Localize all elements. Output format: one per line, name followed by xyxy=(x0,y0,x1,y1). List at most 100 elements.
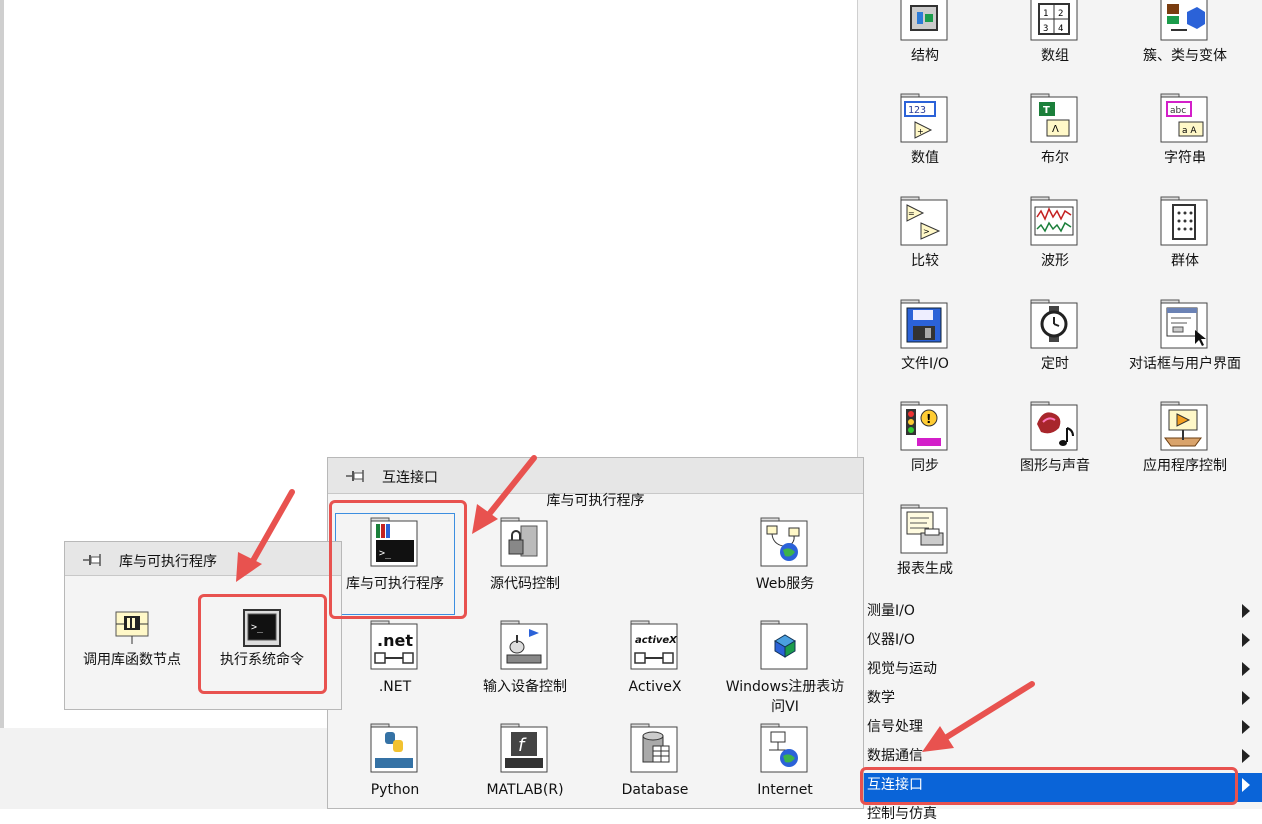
pin-icon[interactable] xyxy=(81,551,103,573)
palette-item-label: 应用程序控制 xyxy=(1143,458,1227,474)
palette-item-call-library-function[interactable]: 调用库函数节点 xyxy=(67,608,197,670)
palette-item-label: MATLAB(R) xyxy=(486,782,564,798)
palette-item-input-device[interactable]: 输入设备控制 xyxy=(460,619,590,697)
annotation-box-system-exec xyxy=(198,594,327,694)
comparison-icon: = > xyxy=(899,195,951,247)
palette-item-label: 布尔 xyxy=(1041,150,1069,166)
palette-item-boolean[interactable]: T Λ 布尔 xyxy=(990,92,1120,168)
menu-item-label: 数学 xyxy=(867,690,895,706)
annotation-box-libraries-executables xyxy=(329,500,467,619)
boolean-icon: T Λ xyxy=(1029,92,1081,144)
submenu-arrow-icon xyxy=(1242,633,1250,647)
palette-item-internet[interactable]: Internet xyxy=(720,722,850,800)
palette-item-windows-registry[interactable]: Windows注册表访问VI xyxy=(720,619,850,717)
palette-item-matlab[interactable]: f MATLAB(R) xyxy=(460,722,590,800)
palette-item-label: 对话框与用户界面 xyxy=(1129,356,1241,372)
palette-item-label: 源代码控制 xyxy=(490,576,560,592)
palette-item-label: 输入设备控制 xyxy=(483,679,567,695)
svg-text:4: 4 xyxy=(1058,24,1063,34)
palette-item-label: 比较 xyxy=(911,253,939,269)
palette-item-label: 数组 xyxy=(1041,48,1069,64)
palette-item-synchronization[interactable]: ! 同步 xyxy=(860,400,990,476)
collection-icon xyxy=(1159,195,1211,247)
palette-item-web-services[interactable]: Web服务 xyxy=(720,516,850,594)
palette-item-numeric[interactable]: 123 + 数值 xyxy=(860,92,990,168)
palette-item-label: 调用库函数节点 xyxy=(83,652,181,668)
palette-item-collection[interactable]: 群体 xyxy=(1120,195,1250,271)
palette-item-comparison[interactable]: = > 比较 xyxy=(860,195,990,271)
palette-titlebar[interactable]: 库与可执行程序 xyxy=(65,542,341,576)
cluster-class-variant-icon xyxy=(1159,0,1211,42)
svg-text:.net: .net xyxy=(377,631,413,650)
palette-item-structures[interactable]: 结构 xyxy=(860,0,990,66)
palette-item-label: 波形 xyxy=(1041,253,1069,269)
palette-title: 库与可执行程序 xyxy=(119,554,217,570)
submenu-arrow-icon xyxy=(1242,778,1250,792)
numeric-icon: 123 + xyxy=(899,92,951,144)
palette-item-array[interactable]: 1 2 3 4 数组 xyxy=(990,0,1120,66)
palette-item-label: Internet xyxy=(757,782,813,798)
svg-text:3: 3 xyxy=(1043,24,1048,34)
submenu-arrow-icon xyxy=(1242,662,1250,676)
palette-item-label: 文件I/O xyxy=(901,356,949,372)
annotation-box-connectivity-menu xyxy=(860,767,1238,805)
palette-item-database[interactable]: Database xyxy=(590,722,720,800)
window-left-edge xyxy=(0,0,4,809)
dialog-ui-icon xyxy=(1159,298,1211,350)
palette-item-source-control[interactable]: 源代码控制 xyxy=(460,516,590,594)
python-icon xyxy=(369,722,421,774)
menu-item-label: 控制与仿真 xyxy=(867,806,937,822)
palette-item-label: 数值 xyxy=(911,150,939,166)
pin-icon[interactable] xyxy=(344,467,366,489)
graphics-sound-icon xyxy=(1029,400,1081,452)
svg-text:a A: a A xyxy=(1182,126,1197,136)
svg-text:Λ: Λ xyxy=(1052,124,1059,135)
palette-item-timing[interactable]: 定时 xyxy=(990,298,1120,374)
menu-item-control-simulation[interactable]: 控制与仿真 xyxy=(858,802,1262,824)
svg-text:abc: abc xyxy=(1170,106,1186,116)
menu-item-label: 仪器I/O xyxy=(867,632,915,648)
menu-item-instrument-io[interactable]: 仪器I/O xyxy=(858,628,1262,657)
palette-title: 互连接口 xyxy=(382,470,438,486)
palette-item-activex[interactable]: activeX ActiveX xyxy=(590,619,720,697)
windows-registry-icon xyxy=(759,619,811,671)
functions-palette: 结构 1 2 3 4 数组 簇、类与变体 123 + 数值 T Λ 布尔 abc… xyxy=(857,0,1262,822)
svg-text:>: > xyxy=(923,227,930,236)
palette-item-string[interactable]: abc a A 字符串 xyxy=(1120,92,1250,168)
web-services-icon xyxy=(759,516,811,568)
palette-item-graphics-sound[interactable]: 图形与声音 xyxy=(990,400,1120,476)
svg-text:!: ! xyxy=(926,412,931,426)
palette-item-file-io[interactable]: 文件I/O xyxy=(860,298,990,374)
menu-item-vision-motion[interactable]: 视觉与运动 xyxy=(858,657,1262,686)
array-icon: 1 2 3 4 xyxy=(1029,0,1081,42)
palette-item-dotnet[interactable]: .net .NET xyxy=(330,619,460,697)
menu-item-measurement-io[interactable]: 测量I/O xyxy=(858,599,1262,628)
palette-item-waveform[interactable]: 波形 xyxy=(990,195,1120,271)
palette-item-application-control[interactable]: 应用程序控制 xyxy=(1120,400,1250,476)
palette-item-label: 图形与声音 xyxy=(1020,458,1090,474)
palette-item-label: 簇、类与变体 xyxy=(1143,48,1227,64)
palette-item-label: Windows注册表访问VI xyxy=(725,679,845,715)
palette-item-cluster-class-variant[interactable]: 簇、类与变体 xyxy=(1120,0,1250,66)
input-device-icon xyxy=(499,619,551,671)
svg-text:T: T xyxy=(1043,105,1050,116)
submenu-arrow-icon xyxy=(1242,691,1250,705)
palette-item-dialog-ui[interactable]: 对话框与用户界面 xyxy=(1120,298,1250,374)
palette-item-label: 定时 xyxy=(1041,356,1069,372)
palette-item-label: 报表生成 xyxy=(897,561,953,577)
palette-item-report-generation[interactable]: 报表生成 xyxy=(860,503,990,579)
database-icon xyxy=(629,722,681,774)
submenu-arrow-icon xyxy=(1242,749,1250,763)
menu-item-label: 测量I/O xyxy=(867,603,915,619)
palette-titlebar[interactable]: 互连接口 xyxy=(328,458,863,494)
palette-item-label: Web服务 xyxy=(755,576,815,592)
menu-item-label: 视觉与运动 xyxy=(867,661,937,677)
palette-item-label: 同步 xyxy=(911,458,939,474)
palette-item-python[interactable]: Python xyxy=(330,722,460,800)
svg-text:activeX: activeX xyxy=(635,635,678,646)
source-control-icon xyxy=(499,516,551,568)
menu-item-signal-processing[interactable]: 信号处理 xyxy=(858,715,1262,744)
menu-item-label: 数据通信 xyxy=(867,748,923,764)
palette-item-label: ActiveX xyxy=(628,679,682,695)
menu-item-mathematics[interactable]: 数学 xyxy=(858,686,1262,715)
